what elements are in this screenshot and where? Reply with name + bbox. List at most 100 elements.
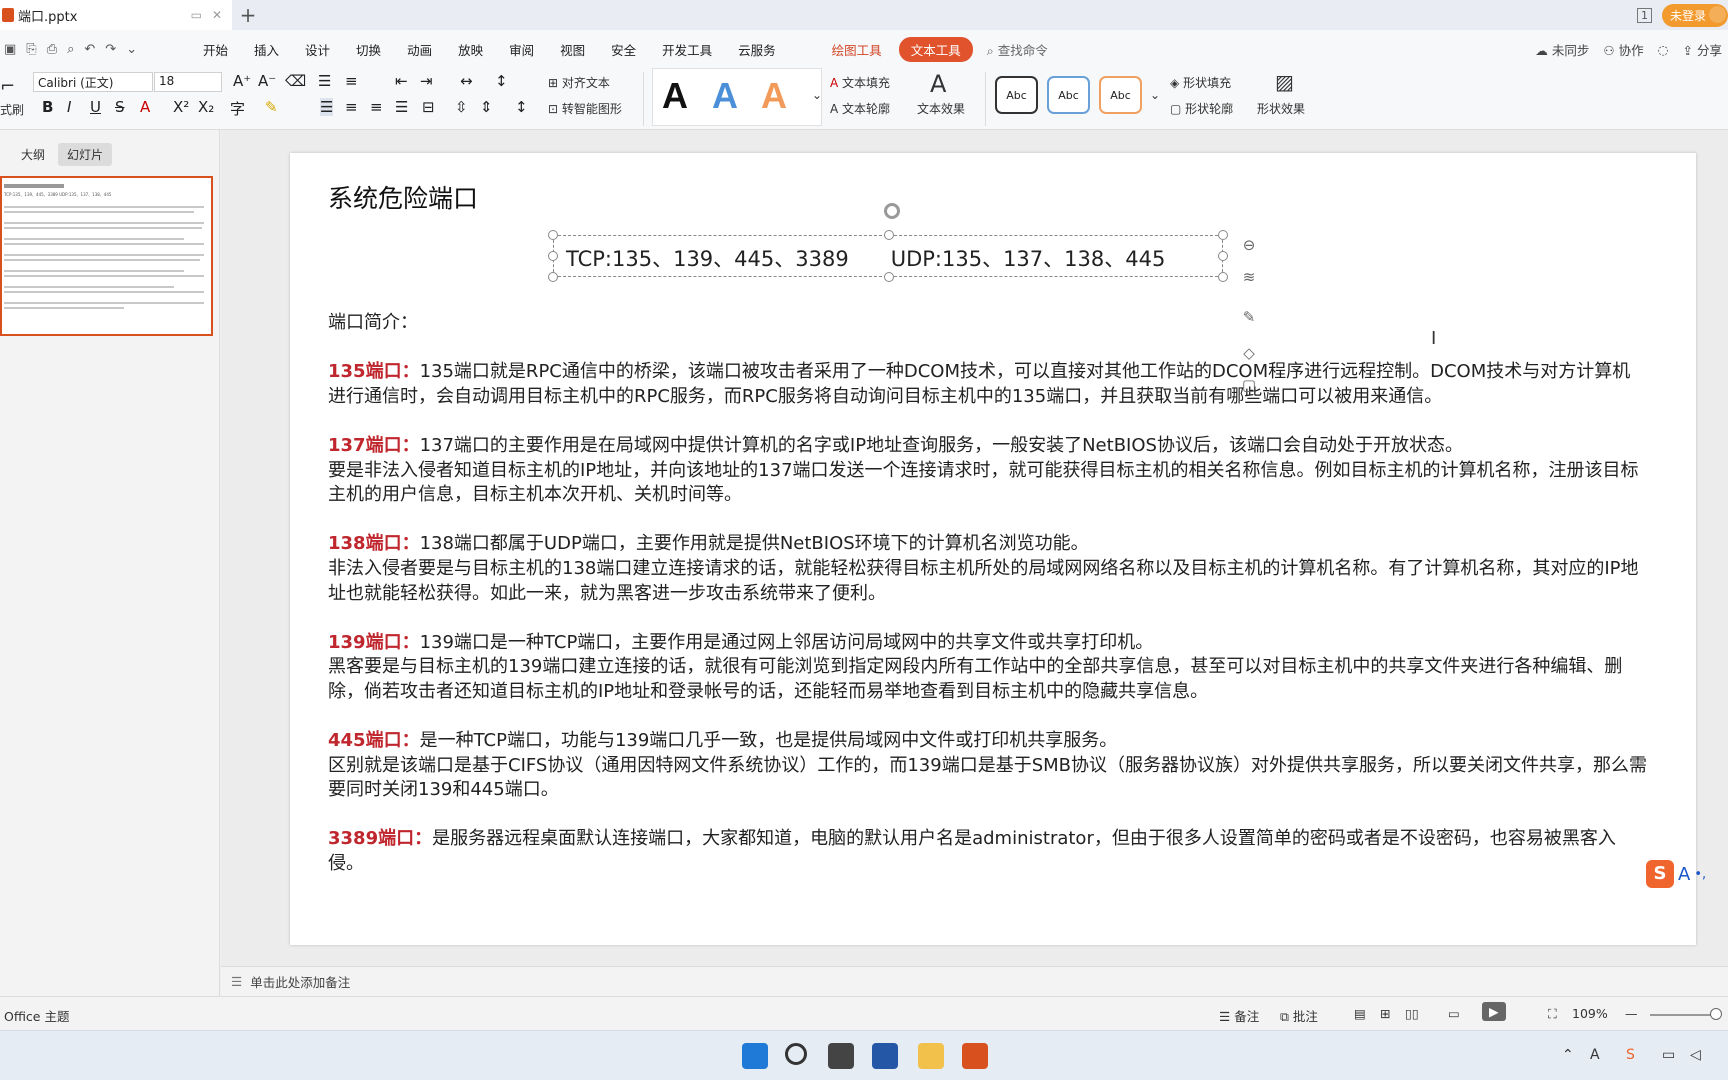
clear-format-icon[interactable]: ⌫ — [285, 72, 306, 90]
menu-design[interactable]: 设计 — [292, 40, 343, 59]
format-painter-label[interactable]: 式刷 — [0, 101, 24, 118]
font-size-select[interactable]: 18 — [154, 72, 222, 92]
italic-icon[interactable]: I — [67, 98, 71, 116]
pen-icon[interactable]: ✎ — [1236, 304, 1262, 330]
pin-icon[interactable]: ▭ — [191, 8, 202, 22]
tab-outline[interactable]: 大纲 — [12, 143, 54, 166]
task-view-icon[interactable] — [828, 1043, 854, 1069]
text-style-orange[interactable]: A — [761, 75, 787, 117]
zoom-slider[interactable] — [1650, 1014, 1718, 1016]
customize-icon[interactable]: ⌄ — [126, 42, 137, 57]
text-outline-button[interactable]: A 文本轮廓 — [830, 100, 890, 117]
menu-cloud[interactable]: 云服务 — [725, 40, 789, 59]
fit-window-icon[interactable]: ⛶ — [1548, 1006, 1557, 1022]
shape-effect-icon[interactable]: ▨ — [1275, 70, 1294, 94]
bold-icon[interactable]: B — [42, 98, 53, 116]
align-center-icon[interactable]: ≡ — [345, 98, 358, 116]
align-text-button[interactable]: ⊞ 对齐文本 — [548, 74, 610, 91]
reading-view-icon[interactable]: ▯▯ — [1405, 1006, 1419, 1021]
print-preview-icon[interactable]: ⌕ — [67, 42, 74, 57]
tray-ime-icon[interactable]: A — [1590, 1047, 1600, 1063]
comments-toggle[interactable]: ⧉ 批注 — [1280, 1006, 1318, 1025]
bullet-list-icon[interactable]: ☰ — [318, 72, 331, 90]
shape-style-orange[interactable]: Abc — [1099, 76, 1142, 114]
strikethrough-icon[interactable]: S — [115, 98, 125, 116]
paragraph-spacing-icon[interactable]: ⇳ — [455, 98, 468, 116]
increase-indent-icon[interactable]: ⇥ — [420, 72, 433, 90]
numbered-list-icon[interactable]: ≡ — [345, 72, 358, 90]
menu-home[interactable]: 开始 — [190, 40, 241, 59]
resize-handle[interactable] — [548, 230, 558, 240]
column-icon[interactable]: ⇕ — [480, 98, 493, 116]
ports-textbox[interactable]: TCP:135、139、445、3389 UDP:135、137、138、445 — [548, 203, 1228, 282]
sync-button[interactable]: ☁ 未同步 — [1535, 40, 1589, 59]
menu-slideshow[interactable]: 放映 — [445, 40, 496, 59]
shape-gallery-more-icon[interactable]: ⌄ — [1150, 88, 1160, 102]
text-effect-icon[interactable]: A — [930, 70, 946, 98]
wps-presentation-icon[interactable] — [962, 1043, 988, 1069]
decrease-font-icon[interactable]: A⁻ — [258, 72, 276, 90]
sogou-ime-icon[interactable]: S — [1646, 860, 1674, 888]
menu-drawing-tools[interactable]: 绘图工具 — [819, 40, 895, 59]
comment-icon[interactable]: ◌ — [1658, 42, 1669, 57]
subscript-icon[interactable]: X₂ — [198, 98, 214, 116]
line-spacing-2-icon[interactable]: ↕ — [515, 98, 528, 116]
align-left-icon[interactable]: ☰ — [320, 98, 334, 116]
tray-sogou-icon[interactable]: S — [1626, 1047, 1635, 1063]
new-tab-button[interactable]: + — [232, 3, 264, 27]
text-direction-icon[interactable]: ↔ — [460, 72, 473, 90]
highlight-icon[interactable]: ✎ — [265, 98, 278, 116]
underline-icon[interactable]: U — [90, 98, 101, 116]
font-name-select[interactable]: Calibri (正文) — [33, 72, 153, 92]
resize-handle[interactable] — [884, 230, 894, 240]
text-style-black[interactable]: A — [662, 75, 688, 117]
ime-mode-label[interactable]: A — [1678, 864, 1690, 885]
menu-review[interactable]: 审阅 — [496, 40, 547, 59]
resize-handle[interactable] — [1218, 251, 1228, 261]
redo-icon[interactable]: ↷ — [105, 42, 116, 57]
tab-slides[interactable]: 幻灯片 — [58, 143, 113, 166]
rotate-handle[interactable] — [884, 203, 900, 219]
resize-handle[interactable] — [1218, 272, 1228, 282]
tray-network-icon[interactable]: ▭ — [1662, 1047, 1675, 1063]
print-icon[interactable]: ⎙ — [47, 42, 57, 57]
file-explorer-icon[interactable] — [918, 1043, 944, 1069]
decrease-indent-icon[interactable]: ⇤ — [395, 72, 408, 90]
normal-view-icon[interactable]: ▤ — [1354, 1006, 1366, 1021]
collaborate-button[interactable]: ⚇ 协作 — [1603, 40, 1643, 59]
shape-style-black[interactable]: Abc — [995, 76, 1038, 114]
align-right-icon[interactable]: ≡ — [370, 98, 383, 116]
text-fill-button[interactable]: A 文本填充 — [830, 74, 890, 91]
ime-punct-icon[interactable]: •, — [1694, 867, 1706, 882]
menu-developer[interactable]: 开发工具 — [649, 40, 725, 59]
menu-transitions[interactable]: 切换 — [343, 40, 394, 59]
layers-icon[interactable]: ≋ — [1236, 264, 1262, 290]
close-tab-icon[interactable]: ✕ — [212, 8, 222, 22]
presenter-icon[interactable]: ▭ — [1448, 1006, 1460, 1021]
undo-icon[interactable]: ↶ — [84, 42, 95, 57]
superscript-icon[interactable]: X² — [173, 98, 189, 116]
slide-body[interactable]: 端口简介： 135端口：135端口就是RPC通信中的桥梁，该端口被攻击者采用了一… — [328, 311, 1648, 901]
export-pdf-icon[interactable]: ⎘ — [26, 42, 36, 57]
format-painter-icon[interactable]: ⌐ — [0, 76, 15, 97]
share-button[interactable]: ⇪ 分享 — [1683, 40, 1722, 59]
tray-volume-icon[interactable]: ◁ — [1690, 1047, 1701, 1063]
slide[interactable]: 系统危险端口 TCP:135、139、445、3389 UDP:135、137、1… — [290, 153, 1696, 945]
shape-fill-button[interactable]: ◈ 形状填充 — [1170, 74, 1231, 91]
shape-style-blue[interactable]: Abc — [1047, 76, 1090, 114]
search-taskbar-icon[interactable] — [785, 1043, 807, 1065]
menu-view[interactable]: 视图 — [547, 40, 598, 59]
justify-icon[interactable]: ☰ — [395, 98, 408, 116]
slide-thumbnail-1[interactable]: TCP:135、139、445、3389 UDP:135、137、138、445 — [0, 176, 213, 336]
document-tab[interactable]: 端口.pptx ▭ ✕ — [0, 0, 232, 30]
text-style-blue[interactable]: A — [712, 75, 738, 117]
distribute-icon[interactable]: ⊟ — [422, 98, 435, 116]
notes-toggle[interactable]: ☰ 备注 — [1219, 1006, 1259, 1025]
notes-placeholder[interactable]: 单击此处添加备注 — [250, 972, 350, 991]
login-button[interactable]: 未登录 — [1661, 3, 1728, 27]
ime-toolbar[interactable]: S A •, — [1646, 860, 1706, 888]
window-count-badge[interactable]: 1 — [1636, 7, 1652, 23]
notes-bar[interactable]: ☰ 单击此处添加备注 — [221, 966, 1728, 996]
resize-handle[interactable] — [548, 272, 558, 282]
collapse-icon[interactable]: ⊖ — [1236, 232, 1262, 258]
